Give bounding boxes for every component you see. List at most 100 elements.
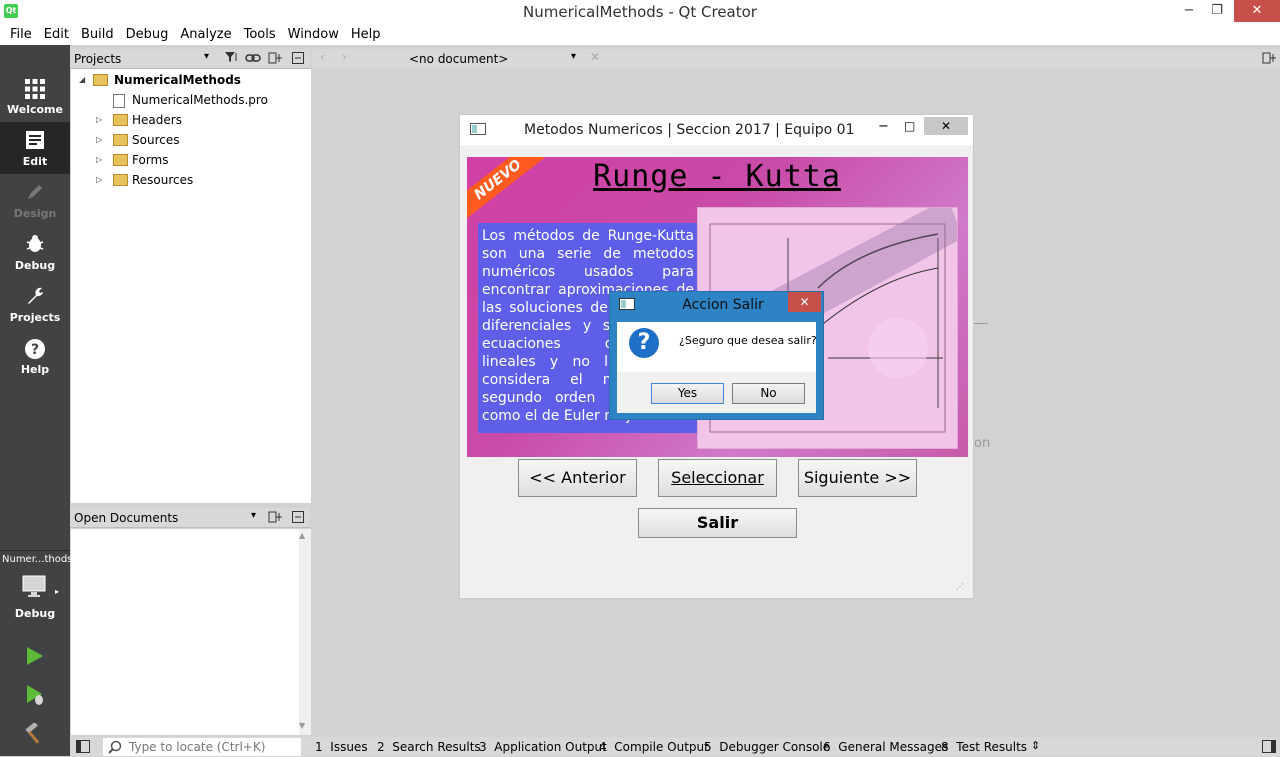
close-pane-icon[interactable] <box>292 511 304 526</box>
collapsed-arrow-icon[interactable]: ▷ <box>96 110 106 130</box>
link-icon[interactable] <box>245 51 261 68</box>
kit-project-label[interactable]: Numer...thods <box>2 554 72 565</box>
tree-item-label: NumericalMethods.pro <box>132 93 268 107</box>
monitor-icon[interactable] <box>22 575 48 602</box>
close-pane-icon[interactable] <box>292 52 304 67</box>
next-button[interactable]: Siguiente >> <box>798 459 917 497</box>
output-tab-application-output[interactable]: 3 Application Output <box>479 740 607 754</box>
tree-item-forms[interactable]: ▷ Forms <box>71 150 311 170</box>
toggle-sidebar-icon[interactable] <box>76 740 90 756</box>
menu-analyze[interactable]: Analyze <box>174 27 237 42</box>
output-tab-compile-output[interactable]: 4 Compile Output <box>599 740 709 754</box>
open-documents-toolbar: Open Documents ▾ <box>70 508 310 528</box>
projects-pane-title[interactable]: Projects <box>74 52 121 66</box>
dialog-title: Accion Salir <box>682 297 764 313</box>
menu-file[interactable]: File <box>4 27 38 42</box>
menu-tools[interactable]: Tools <box>238 27 282 42</box>
filter-icon[interactable] <box>224 50 238 67</box>
split-icon[interactable] <box>268 51 282 68</box>
dialog-message: ¿Seguro que desea salir? <box>679 334 817 347</box>
method-heading: Runge - Kutta <box>593 159 841 194</box>
kit-config-label: Debug <box>14 607 56 620</box>
mode-help[interactable]: ? Help <box>0 330 70 382</box>
scroll-up-arrow-icon[interactable]: ▲ <box>299 531 305 540</box>
more-tabs-arrows-icon[interactable]: ⇕ <box>1031 739 1040 752</box>
document-selector[interactable]: <no document> <box>409 52 508 66</box>
tab-number: 4 <box>599 740 607 754</box>
kit-arrow-icon[interactable]: ▸ <box>55 587 59 596</box>
editor-background-text: on <box>974 436 991 451</box>
question-icon: ? <box>629 328 659 358</box>
open-documents-title[interactable]: Open Documents <box>74 511 178 525</box>
scroll-down-arrow-icon[interactable]: ▼ <box>299 721 305 730</box>
app-title: Metodos Numericos | Seccion 2017 | Equip… <box>524 122 855 138</box>
collapsed-arrow-icon[interactable]: ▷ <box>96 150 106 170</box>
resize-grip-icon[interactable]: ⋰ <box>956 582 964 591</box>
select-button[interactable]: Seleccionar <box>658 459 777 497</box>
tab-label: Application Output <box>494 740 607 754</box>
sources-folder-icon <box>113 134 128 146</box>
close-document-icon[interactable]: ✕ <box>590 50 600 64</box>
tab-number: 8 <box>941 740 949 754</box>
expand-arrow-icon[interactable]: ◢ <box>79 70 89 90</box>
open-documents-list[interactable]: ▲ ▼ <box>71 529 311 735</box>
prev-button[interactable]: << Anterior <box>518 459 637 497</box>
no-button[interactable]: No <box>732 383 805 404</box>
menu-debug[interactable]: Debug <box>120 27 175 42</box>
toggle-output-icon[interactable] <box>1262 740 1276 756</box>
mode-label: Projects <box>9 311 61 324</box>
split-icon[interactable] <box>268 510 282 527</box>
split-editor-icon[interactable] <box>1262 51 1276 68</box>
document-icon <box>23 130 47 152</box>
locator-input[interactable]: Type to locate (Ctrl+K) <box>103 738 301 756</box>
build-hammer-icon[interactable] <box>24 721 46 748</box>
mode-projects[interactable]: Projects <box>0 278 70 330</box>
wrench-icon <box>23 286 47 308</box>
minimize-button[interactable]: − <box>1178 0 1200 22</box>
back-arrow-icon[interactable]: ‹ <box>320 50 325 64</box>
mode-welcome[interactable]: Welcome <box>0 70 70 122</box>
tree-item-pro[interactable]: NumericalMethods.pro <box>71 90 311 110</box>
forward-arrow-icon[interactable]: › <box>342 50 347 64</box>
tree-item-sources[interactable]: ▷ Sources <box>71 130 311 150</box>
run-icon[interactable] <box>24 645 46 670</box>
menu-window[interactable]: Window <box>282 27 345 42</box>
tree-item-headers[interactable]: ▷ Headers <box>71 110 311 130</box>
dropdown-arrow-icon[interactable]: ▾ <box>251 510 256 521</box>
exit-confirm-dialog: Accion Salir ✕ ? ¿Seguro que desea salir… <box>609 291 824 420</box>
tree-item-resources[interactable]: ▷ Resources <box>71 170 311 190</box>
mode-sidebar: Welcome Edit Design Debug Projects ? Hel… <box>0 45 72 756</box>
output-tab-test-results[interactable]: 8 Test Results <box>941 740 1027 754</box>
collapsed-arrow-icon[interactable]: ▷ <box>96 170 106 190</box>
app-minimize-button[interactable]: − <box>878 119 889 134</box>
app-maximize-button[interactable]: □ <box>904 119 915 133</box>
yes-button[interactable]: Yes <box>651 383 724 404</box>
menu-build[interactable]: Build <box>75 27 120 42</box>
tab-label: Debugger Console <box>719 740 831 754</box>
menu-help[interactable]: Help <box>345 27 387 42</box>
window-title: NumericalMethods - Qt Creator <box>523 3 757 21</box>
collapsed-arrow-icon[interactable]: ▷ <box>96 130 106 150</box>
output-tab-issues[interactable]: 1 Issues <box>315 740 368 754</box>
app-close-button[interactable]: ✕ <box>924 117 968 135</box>
tree-root[interactable]: ◢ NumericalMethods <box>71 70 311 90</box>
divider <box>0 550 70 551</box>
dialog-close-button[interactable]: ✕ <box>788 292 821 312</box>
output-tab-general-messages[interactable]: 6 General Messages <box>823 740 948 754</box>
menubar: File Edit Build Debug Analyze Tools Wind… <box>0 24 1280 45</box>
mode-edit[interactable]: Edit <box>0 122 70 174</box>
tab-number: 5 <box>704 740 712 754</box>
search-icon <box>108 740 122 757</box>
mode-debug[interactable]: Debug <box>0 226 70 278</box>
app-window-icon <box>470 123 486 138</box>
output-tab-search-results[interactable]: 2 Search Results <box>377 740 481 754</box>
dropdown-arrow-icon[interactable]: ▾ <box>571 51 576 62</box>
exit-button[interactable]: Salir <box>638 508 797 538</box>
menu-edit[interactable]: Edit <box>38 27 75 42</box>
debug-run-icon[interactable] <box>24 683 46 710</box>
mode-design[interactable]: Design <box>0 174 70 226</box>
dropdown-arrow-icon[interactable]: ▾ <box>204 51 209 62</box>
maximize-button[interactable]: ❐ <box>1206 0 1228 22</box>
close-window-button[interactable]: ✕ <box>1234 0 1280 22</box>
output-tab-debugger-console[interactable]: 5 Debugger Console <box>704 740 830 754</box>
